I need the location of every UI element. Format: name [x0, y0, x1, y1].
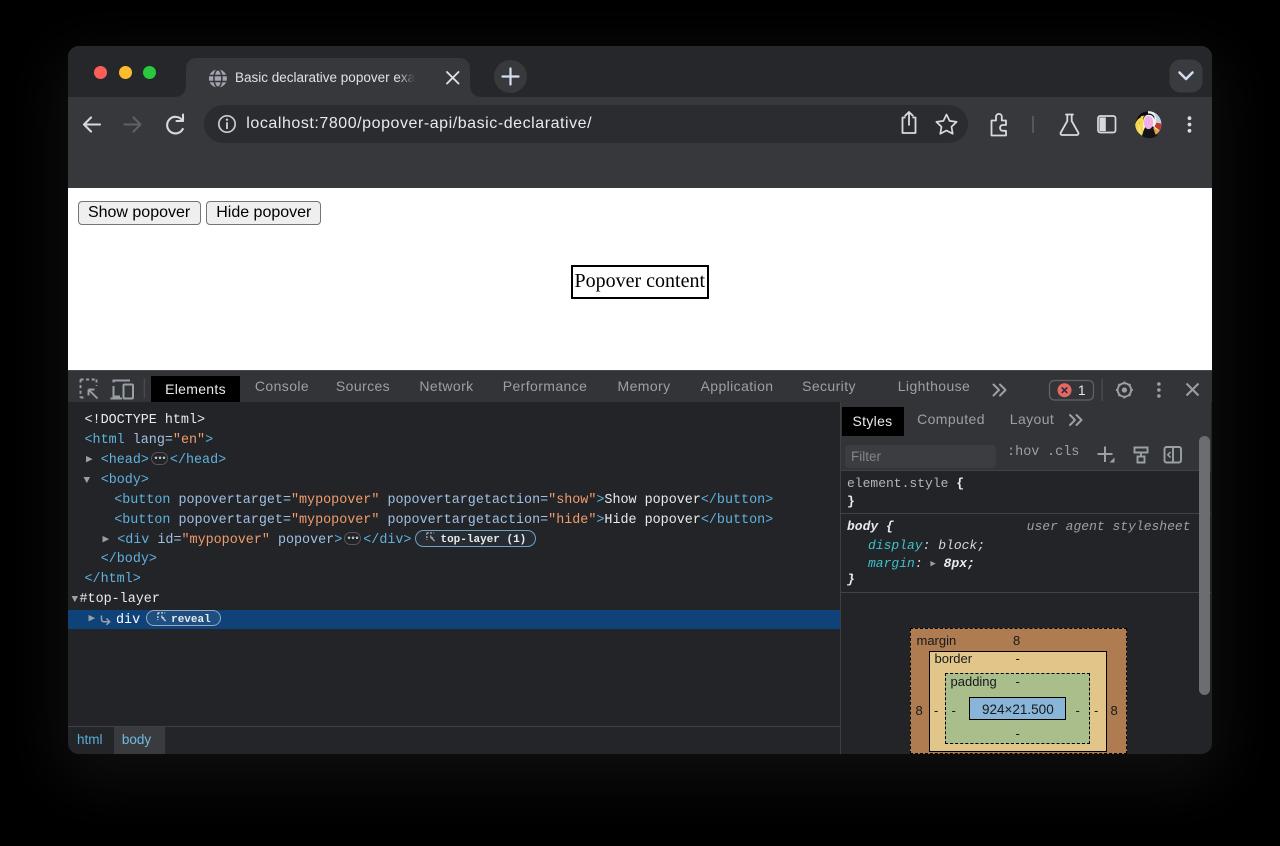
- svg-text:1: 1: [1078, 383, 1086, 398]
